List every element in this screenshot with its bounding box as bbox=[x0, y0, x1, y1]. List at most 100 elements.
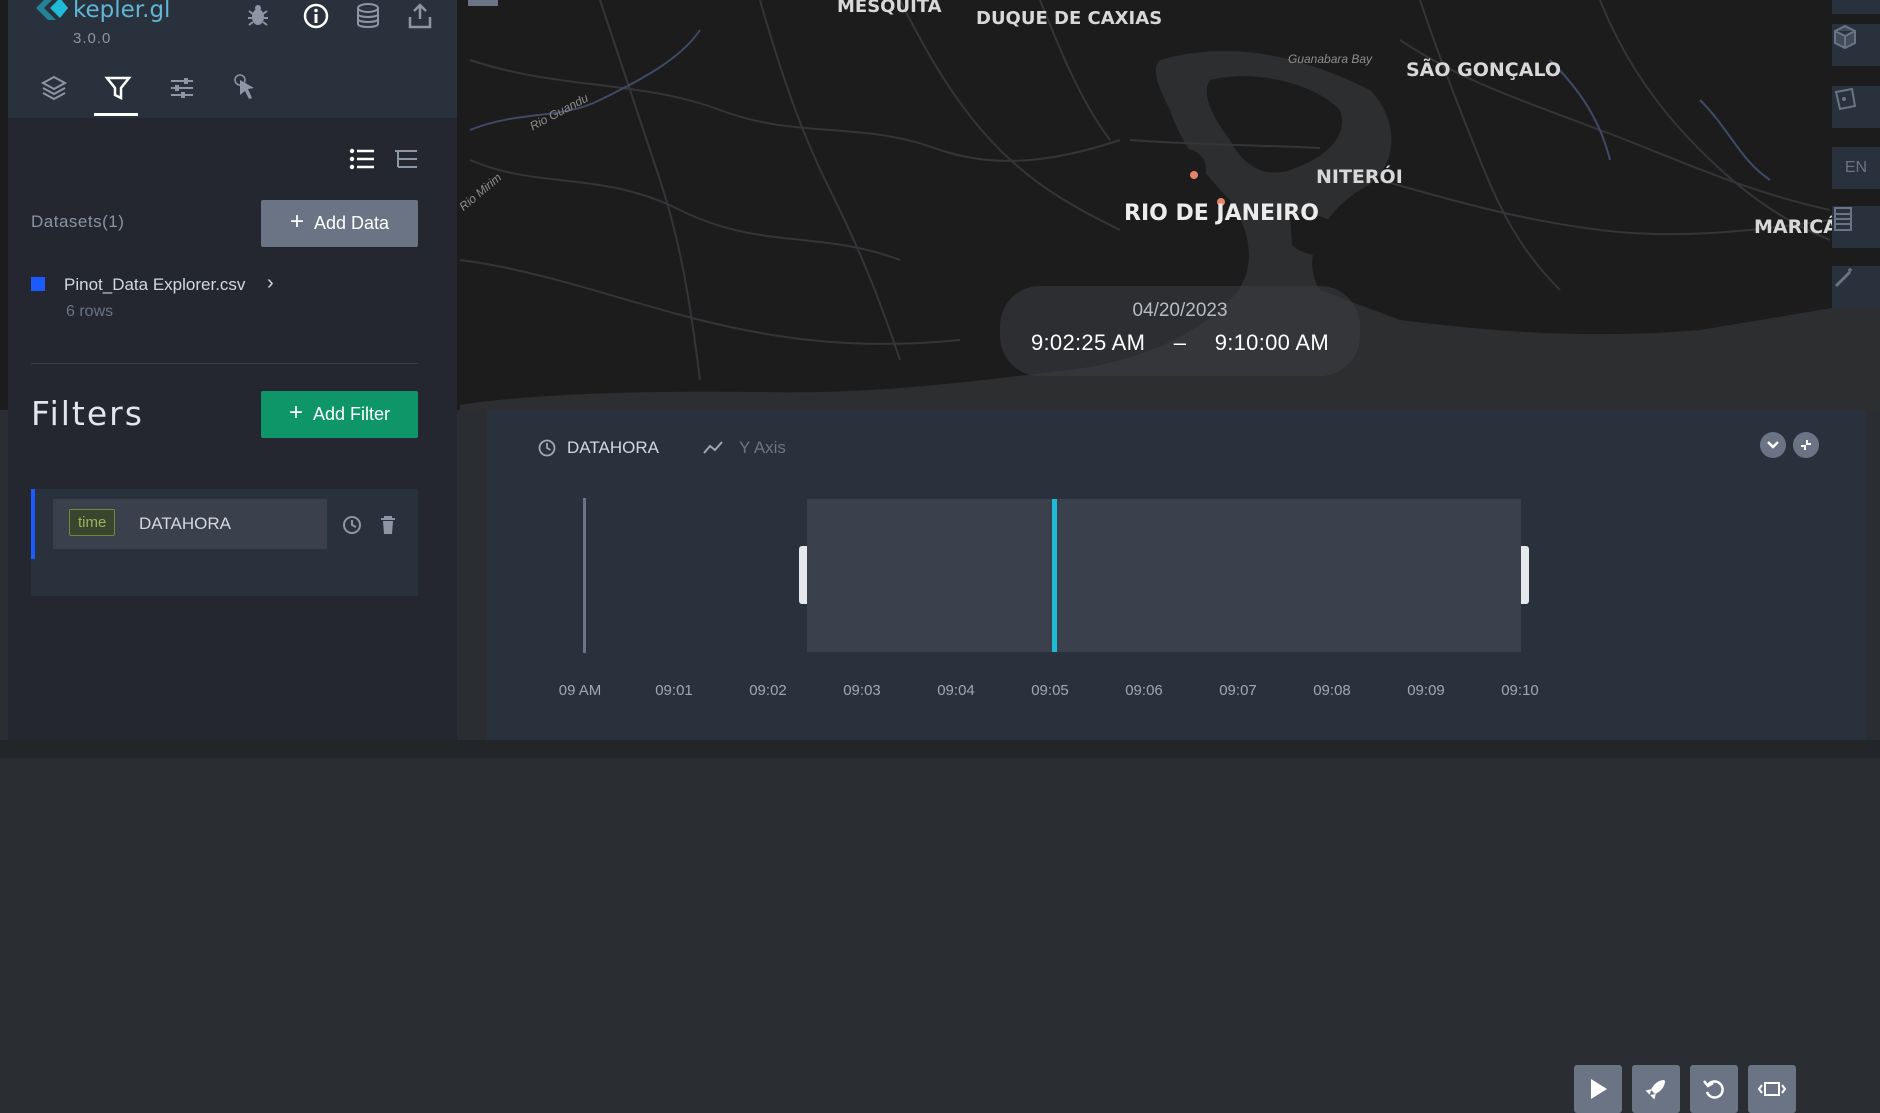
tab-interactions[interactable] bbox=[168, 74, 212, 114]
side-panel: kepler.gl 3.0.0 Datasets(1) + Add Data P… bbox=[8, 0, 457, 740]
time-overlay-separator: – bbox=[1173, 330, 1187, 355]
map-control-fragment bbox=[468, 0, 498, 6]
tree-view-button[interactable] bbox=[392, 146, 420, 177]
app-version: 3.0.0 bbox=[73, 30, 112, 47]
timeline-tick: 09:09 bbox=[1407, 682, 1445, 699]
toolbar-top-button[interactable] bbox=[1832, 0, 1880, 14]
map-right-toolbar: EN bbox=[1832, 0, 1880, 320]
tab-filters[interactable] bbox=[104, 74, 148, 114]
cube-icon bbox=[1834, 24, 1856, 50]
timeline-tick: 09:10 bbox=[1501, 682, 1539, 699]
line-chart-icon bbox=[703, 441, 723, 454]
draw-polygon-button[interactable] bbox=[1832, 86, 1880, 128]
legend-icon bbox=[1834, 207, 1852, 231]
timeline-tick: 09:02 bbox=[749, 682, 787, 699]
timeline-tick: 09:05 bbox=[1031, 682, 1069, 699]
timeline-tick: 09 AM bbox=[558, 682, 602, 699]
time-range-overlay: 04/20/2023 9:02:25 AM – 9:10:00 AM bbox=[1000, 286, 1360, 376]
city-label-sao-goncalo: SÃO GONÇALO bbox=[1406, 59, 1562, 81]
play-icon bbox=[1591, 1079, 1607, 1099]
add-filter-button[interactable]: + Add Filter bbox=[261, 391, 418, 438]
dataset-item[interactable]: Pinot_Data Explorer.csv › 6 rows bbox=[31, 272, 431, 325]
filter-field-name: DATAHORA bbox=[139, 514, 231, 533]
time-overlay-date: 04/20/2023 bbox=[1132, 300, 1228, 321]
time-overlay-start: 9:02:25 AM bbox=[1030, 330, 1146, 355]
dataset-row-count: 6 rows bbox=[66, 303, 114, 320]
reset-button[interactable] bbox=[1690, 1065, 1738, 1113]
city-label-duque-de-caxias: DUQUE DE CAXIAS bbox=[976, 8, 1163, 29]
side-panel-header: kepler.gl 3.0.0 bbox=[8, 0, 457, 118]
bug-report-button[interactable] bbox=[244, 2, 272, 30]
database-icon bbox=[357, 3, 379, 28]
field-type-badge: time bbox=[69, 509, 116, 536]
collapse-timeline-button[interactable] bbox=[1760, 432, 1786, 458]
chevron-right-icon[interactable]: › bbox=[267, 272, 274, 295]
filter-active-indicator bbox=[31, 489, 35, 559]
share-button[interactable] bbox=[406, 2, 434, 30]
add-data-button[interactable]: + Add Data bbox=[261, 200, 418, 247]
city-label-mesquita: MESQUITA bbox=[837, 0, 942, 17]
tree-list-icon bbox=[395, 150, 417, 168]
add-filter-label: Add Filter bbox=[312, 404, 391, 424]
timeline-playhead[interactable] bbox=[1052, 499, 1057, 652]
plus-icon: + bbox=[288, 399, 303, 426]
timeline-selection-range[interactable] bbox=[807, 499, 1521, 652]
window-mode-button[interactable] bbox=[1748, 1065, 1796, 1113]
city-label-niteroi: NITERÓI bbox=[1316, 166, 1403, 188]
language-button[interactable]: EN bbox=[1832, 147, 1880, 189]
info-icon bbox=[303, 3, 329, 29]
app-name: kepler.gl bbox=[73, 0, 171, 23]
timeline-tick: 09:06 bbox=[1125, 682, 1163, 699]
sliders-icon bbox=[171, 78, 193, 98]
3d-view-button[interactable] bbox=[1832, 24, 1880, 66]
filter-icon bbox=[104, 76, 132, 101]
play-button[interactable] bbox=[1574, 1065, 1622, 1113]
info-button[interactable] bbox=[302, 2, 330, 30]
active-tab-indicator bbox=[94, 113, 138, 116]
add-data-label: Add Data bbox=[313, 213, 390, 233]
range-start-handle[interactable] bbox=[799, 546, 807, 604]
range-end-handle[interactable] bbox=[1521, 546, 1529, 604]
city-label-marica: MARICÁ bbox=[1754, 216, 1838, 238]
magic-wand-icon bbox=[1834, 268, 1852, 288]
timeline-field-label: DATAHORA bbox=[567, 438, 659, 457]
layers-icon bbox=[40, 75, 68, 101]
filters-title: Filters bbox=[31, 394, 144, 433]
minimize-timeline-button[interactable] bbox=[1793, 432, 1819, 458]
tab-layers[interactable] bbox=[40, 74, 84, 114]
filter-field-select[interactable]: time DATAHORA bbox=[53, 499, 327, 549]
datasets-label: Datasets(1) bbox=[31, 212, 125, 231]
filter-time-toggle[interactable] bbox=[341, 514, 363, 541]
bottom-attribution-strip bbox=[0, 740, 1880, 758]
share-icon bbox=[408, 3, 432, 29]
dataset-color-swatch bbox=[31, 277, 45, 291]
minimize-icon bbox=[1801, 440, 1811, 450]
save-data-button[interactable] bbox=[354, 2, 382, 30]
timeline-tick: 09:08 bbox=[1313, 682, 1351, 699]
city-label-rio-de-janeiro: RIO DE JANEIRO bbox=[1124, 201, 1319, 226]
list-icon bbox=[349, 148, 374, 170]
polygon-icon bbox=[1834, 87, 1857, 111]
interaction-icon bbox=[234, 74, 254, 99]
list-view-button[interactable] bbox=[348, 146, 376, 177]
section-divider bbox=[31, 363, 418, 364]
map-draw-button[interactable] bbox=[1832, 266, 1880, 308]
filter-delete-button[interactable] bbox=[377, 514, 399, 541]
kepler-logo-icon bbox=[36, 0, 68, 20]
speed-button[interactable] bbox=[1632, 1065, 1680, 1113]
rocket-icon bbox=[1645, 1080, 1665, 1100]
water-label-guanabara: Guanabara Bay bbox=[1288, 52, 1373, 66]
map-legend-button[interactable] bbox=[1832, 206, 1880, 248]
plus-icon: + bbox=[289, 208, 304, 235]
filter-panel: time DATAHORA bbox=[31, 489, 418, 596]
dataset-name: Pinot_Data Explorer.csv bbox=[64, 275, 246, 294]
trash-icon bbox=[381, 516, 395, 534]
time-overlay-range: 9:02:25 AM – 9:10:00 AM bbox=[1000, 330, 1360, 356]
window-icon bbox=[1757, 1082, 1787, 1096]
timeline-tick: 09:07 bbox=[1219, 682, 1257, 699]
timeline-tick: 09:04 bbox=[937, 682, 975, 699]
reset-icon bbox=[1703, 1080, 1724, 1099]
tab-base-map[interactable] bbox=[232, 74, 276, 114]
timeline-domain-start-marker bbox=[583, 498, 586, 653]
chevron-down-icon bbox=[1767, 441, 1779, 449]
